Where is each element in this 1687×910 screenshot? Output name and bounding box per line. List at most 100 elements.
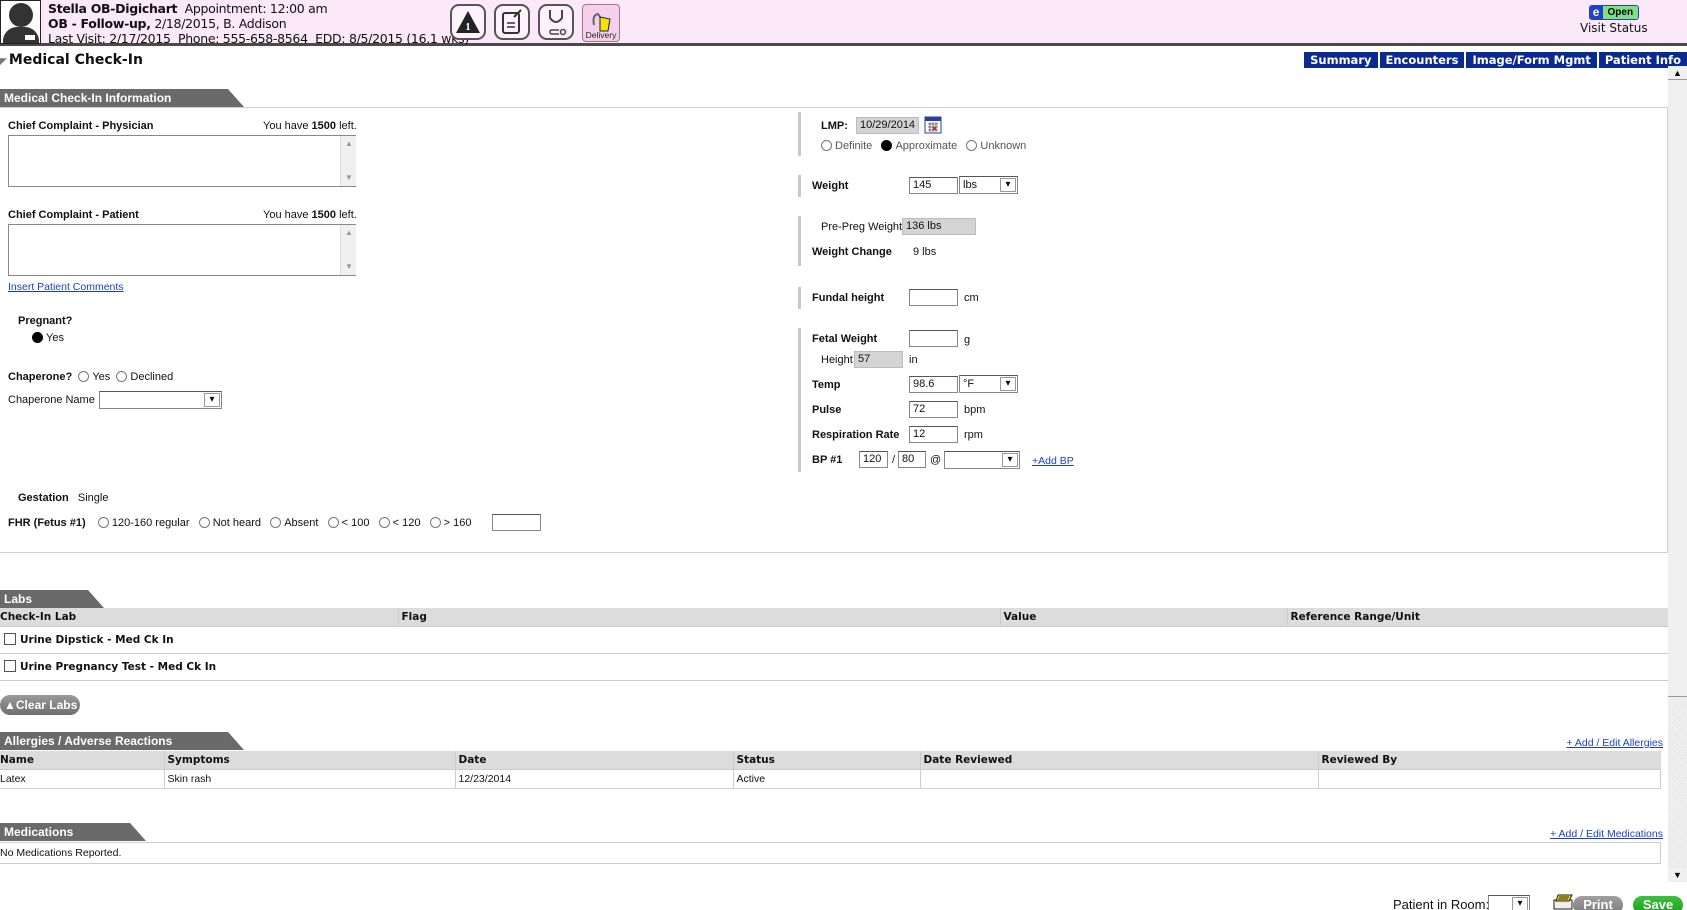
divider [798, 328, 801, 472]
divider [798, 287, 801, 309]
insert-patient-comments-link[interactable]: Insert Patient Comments [8, 281, 124, 293]
calendar-button[interactable] [924, 116, 942, 137]
chevron-down-icon: ▾ [204, 393, 220, 407]
col-check-in-lab[interactable]: Check-In Lab [0, 608, 398, 626]
height-unit: in [909, 354, 918, 366]
lab-checkbox[interactable] [4, 660, 16, 672]
col-reviewed-by[interactable]: Reviewed By [1317, 751, 1661, 769]
bp-systolic-input[interactable]: 120 [859, 451, 888, 468]
bp-label: BP #1 [812, 454, 843, 466]
fhr-row: FHR (Fetus #1) 120-160 regular Not heard… [8, 517, 471, 529]
height-value: 57 [854, 351, 903, 368]
fhr-option-absent[interactable]: Absent [270, 517, 318, 529]
add-bp-link[interactable]: +Add BP [1032, 455, 1074, 467]
textarea-scrollbar[interactable]: ▲ ▼ [340, 225, 356, 275]
tab-summary[interactable]: Summary [1304, 52, 1378, 68]
lmp-approximate-radio[interactable]: Approximate [881, 140, 957, 152]
add-edit-medications-link[interactable]: + Add / Edit Medications [1550, 828, 1663, 840]
patient-phone: Phone: 555-658-8564 [177, 31, 308, 46]
col-name[interactable]: Name [0, 751, 164, 769]
allergy-reviewed-by [1317, 768, 1661, 789]
save-button[interactable]: Save [1633, 896, 1683, 910]
gestation-label: Gestation [18, 492, 69, 504]
visit-status-badge: Open [1602, 6, 1639, 19]
scroll-up-icon[interactable]: ▲ [1668, 66, 1687, 80]
col-symptoms[interactable]: Symptoms [163, 751, 455, 769]
lmp-label: LMP: [821, 120, 848, 132]
chief-patient-textarea[interactable]: ▲ ▼ [8, 224, 356, 276]
fundal-height-input[interactable] [909, 289, 958, 306]
temp-input[interactable]: 98.6 [909, 376, 958, 393]
weight-unit-select[interactable]: lbs ▾ [959, 176, 1018, 194]
print-button[interactable]: Print [1573, 896, 1623, 910]
allergies-header-row: Name Symptoms Date Status Date Reviewed … [0, 751, 1661, 769]
lmp-date-input[interactable]: 10/29/2014 [856, 117, 919, 134]
delivery-button[interactable]: Delivery [582, 4, 620, 42]
chaperone-yes-radio[interactable]: Yes [78, 371, 110, 383]
fetal-weight-input[interactable] [909, 330, 958, 347]
col-status[interactable]: Status [732, 751, 920, 769]
lab-checkbox[interactable] [4, 633, 16, 645]
fhr-option-gt-160[interactable]: > 160 [429, 517, 471, 529]
fundal-height-unit: cm [964, 292, 979, 304]
textarea-scrollbar[interactable]: ▲ ▼ [340, 136, 356, 186]
chaperone-name-select[interactable]: ▾ [99, 391, 222, 409]
print-icon[interactable] [1553, 894, 1575, 910]
scrollbar-track[interactable] [1668, 696, 1687, 868]
height-label: Height [821, 354, 853, 366]
bp-position-select[interactable]: ▾ [944, 451, 1020, 469]
stethoscope-icon [549, 10, 567, 36]
patient-in-room-select[interactable]: ▾ [1488, 895, 1530, 910]
notes-button[interactable] [494, 4, 530, 40]
respiration-input[interactable]: 12 [909, 426, 958, 443]
bp-separator: / [892, 454, 896, 466]
scroll-down-icon[interactable]: ▼ [1668, 868, 1687, 882]
bp-diastolic-input[interactable]: 80 [898, 451, 926, 468]
vitals-button[interactable] [538, 4, 574, 40]
fhr-option-120-160[interactable]: 120-160 regular [97, 517, 190, 529]
col-value[interactable]: Value [999, 608, 1287, 626]
pregnant-yes-radio[interactable]: Yes [32, 332, 64, 344]
chevron-down-icon: ▾ [1002, 453, 1018, 467]
fhr-option-lt-120[interactable]: < 120 [378, 517, 420, 529]
alert-button[interactable]: 1 [450, 4, 486, 40]
tab-encounters[interactable]: Encounters [1379, 52, 1465, 68]
chief-patient-counter: You have 1500 left. [263, 209, 357, 221]
chief-physician-textarea[interactable]: ▲ ▼ [8, 135, 356, 187]
tab-image-form-mgmt[interactable]: Image/Form Mgmt [1466, 52, 1597, 68]
fhr-option-lt-100[interactable]: < 100 [327, 517, 369, 529]
visit-status[interactable]: e Open Visit Status [1580, 5, 1648, 35]
labs-table: Check-In Lab Flag Value Reference Range/… [0, 608, 1676, 681]
fhr-option-not-heard[interactable]: Not heard [198, 517, 261, 529]
chief-patient-label: Chief Complaint - Patient [8, 209, 139, 221]
labs-header-row: Check-In Lab Flag Value Reference Range/… [0, 608, 1676, 626]
add-edit-allergies-link[interactable]: + Add / Edit Allergies [1566, 737, 1663, 749]
col-date-reviewed[interactable]: Date Reviewed [919, 751, 1318, 769]
allergy-name: Latex [0, 768, 165, 789]
pulse-input[interactable]: 72 [909, 401, 958, 418]
lab-name: Urine Pregnancy Test - Med Ck In [20, 661, 217, 673]
weight-input[interactable]: 145 [909, 177, 958, 194]
allergy-row[interactable]: Latex Skin rash 12/23/2014 Active [0, 768, 1661, 789]
fetal-weight-unit: g [964, 334, 971, 346]
col-flag[interactable]: Flag [397, 608, 1000, 626]
visit-status-label: Visit Status [1580, 21, 1648, 35]
col-date[interactable]: Date [454, 751, 733, 769]
patient-avatar[interactable] [0, 0, 41, 44]
temp-unit-select[interactable]: °F ▾ [959, 375, 1018, 393]
allergy-date: 12/23/2014 [454, 768, 734, 789]
fhr-value-input[interactable] [492, 514, 541, 531]
lmp-unknown-radio[interactable]: Unknown [966, 140, 1026, 152]
page-scrollbar[interactable]: ▲ ▼ [1668, 66, 1687, 882]
collapse-triangle-icon[interactable]: ◤ [0, 57, 7, 67]
section-header-allergies: Allergies / Adverse Reactions [0, 732, 244, 750]
lmp-definite-radio[interactable]: Definite [821, 140, 872, 152]
chaperone-name-label: Chaperone Name [8, 394, 95, 406]
col-reference-range[interactable]: Reference Range/Unit [1286, 608, 1676, 626]
patient-info: Stella OB-Digichart Appointment: 12:00 a… [48, 1, 469, 46]
pulse-unit: bpm [964, 404, 986, 416]
chaperone-declined-radio[interactable]: Declined [116, 371, 173, 383]
clear-labs-button[interactable]: ▲Clear Labs [0, 695, 80, 715]
patient-in-room-label: Patient in Room: [1393, 897, 1490, 910]
pregnant-label: Pregnant? [18, 315, 73, 327]
